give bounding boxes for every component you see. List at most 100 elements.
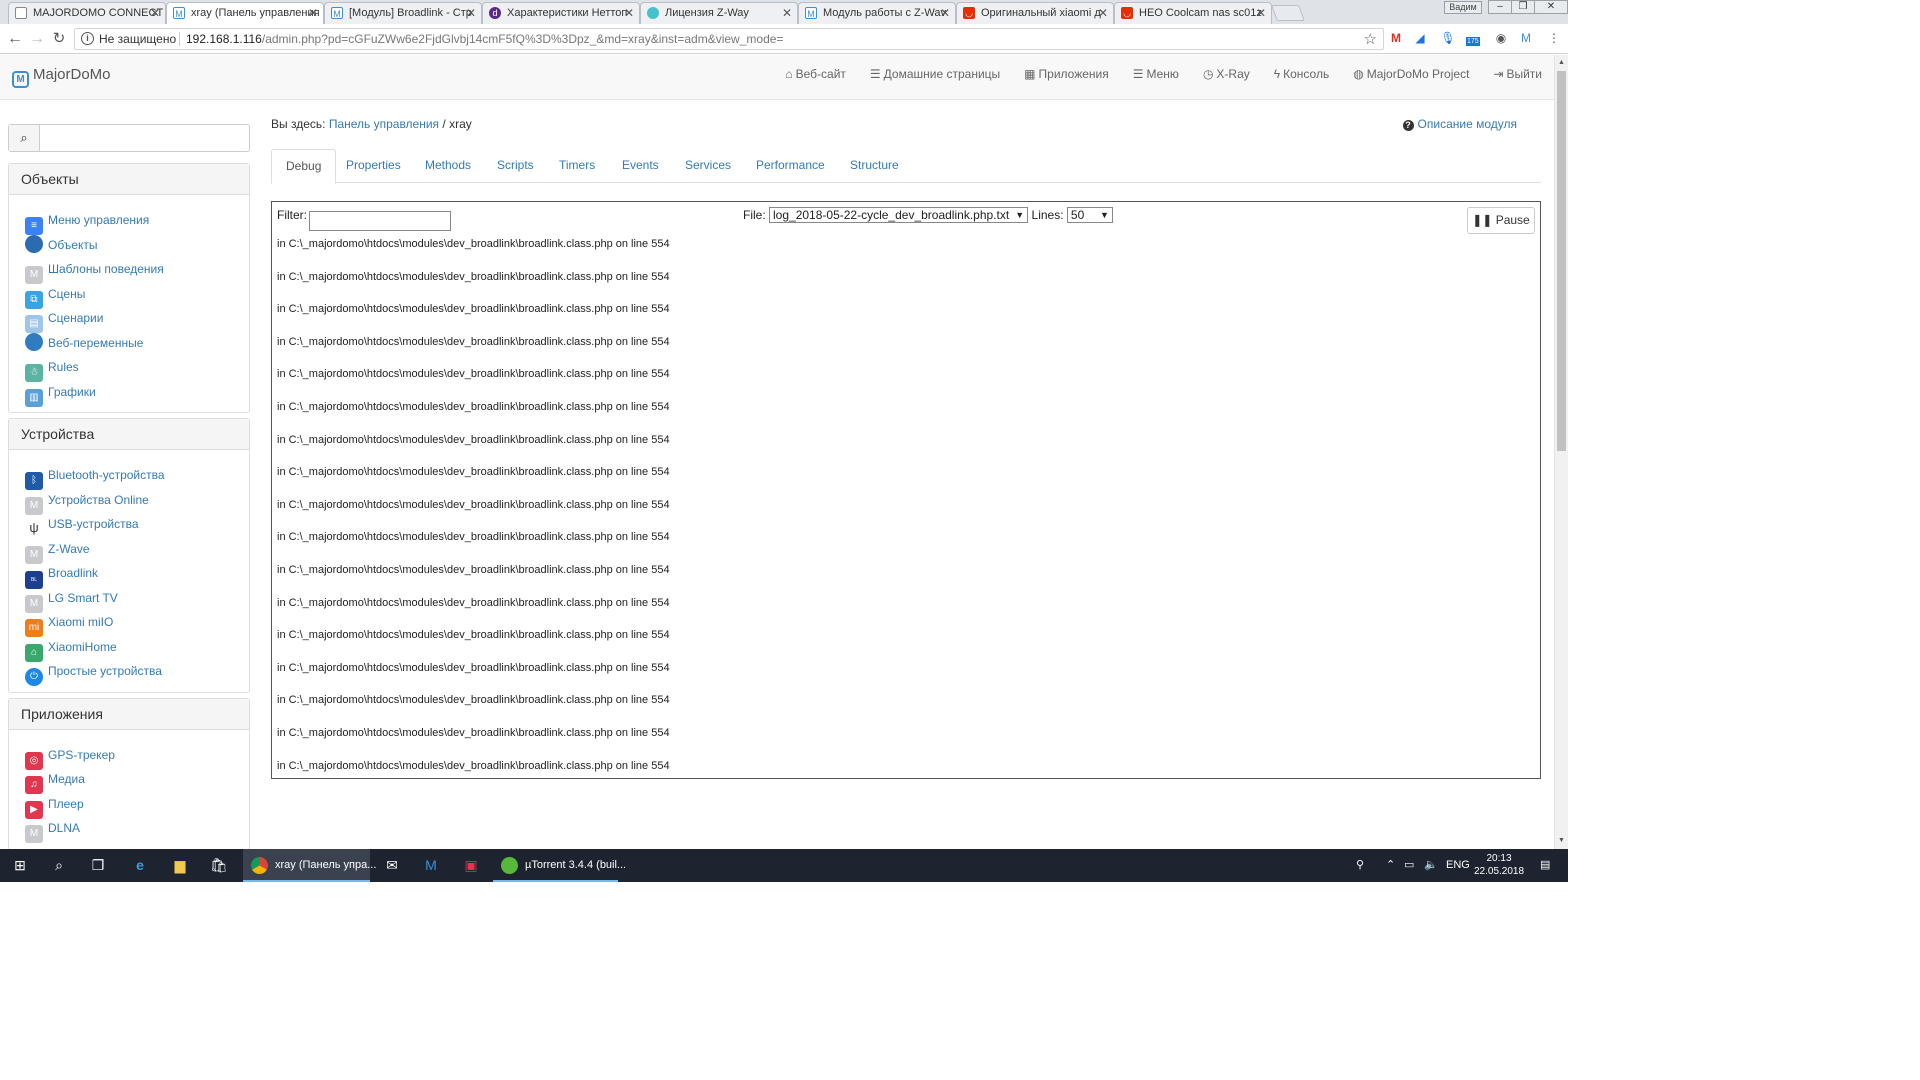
gmail-icon[interactable]: M xyxy=(1388,30,1404,46)
taskbar-app-chrome[interactable]: xray (Панель упра... xyxy=(243,849,376,882)
breadcrumb-link-control-panel[interactable]: Панель управления xyxy=(329,117,439,131)
pause-button[interactable]: ❚❚ Pause xyxy=(1467,207,1535,234)
page-scrollbar[interactable]: ▲ ▼ xyxy=(1554,55,1568,849)
store-icon[interactable]: 🛍 xyxy=(205,849,233,882)
majordomo-extension-icon[interactable]: M xyxy=(1518,30,1534,46)
close-icon[interactable]: ✕ xyxy=(1256,3,1266,23)
volume-icon[interactable]: 🔈 xyxy=(1424,849,1438,882)
browser-tab-1[interactable]: M xray (Панель управления ✕ xyxy=(166,2,324,25)
nav-logout[interactable]: ⇥ Выйти xyxy=(1481,55,1554,100)
nav-majordomo-project[interactable]: ◍ MajorDoMo Project xyxy=(1341,55,1481,100)
sidebar-item-usb[interactable]: ψ USB-устройства xyxy=(25,512,249,537)
reload-icon[interactable]: ↻ xyxy=(50,30,68,48)
window-user-badge[interactable]: Вадим xyxy=(1444,1,1482,14)
tab-timers[interactable]: Timers xyxy=(545,149,609,183)
browser-tab-5[interactable]: M Модуль работы с Z-Wav ✕ xyxy=(798,2,956,24)
microphone-icon[interactable]: 🎙 xyxy=(1440,30,1456,46)
megaphone-icon[interactable]: ◢ xyxy=(1412,30,1428,46)
network-icon[interactable]: ▭ xyxy=(1404,849,1414,882)
sidebar-item-simple-devices[interactable]: ⏻ Простые устройства xyxy=(25,659,249,686)
sidebar-item-rules[interactable]: ☃ Rules xyxy=(25,355,249,382)
sidebar-item-dlna[interactable]: M DLNA xyxy=(25,816,249,843)
scrollbar-thumb[interactable] xyxy=(1557,71,1566,451)
sidebar-item-objects[interactable]: Объекты xyxy=(25,233,249,258)
scroll-up-icon[interactable]: ▲ xyxy=(1555,57,1568,69)
tab-scripts[interactable]: Scripts xyxy=(483,149,548,183)
close-icon[interactable]: ✕ xyxy=(308,3,318,23)
edge-icon[interactable]: e xyxy=(126,849,154,882)
browser-tab-4[interactable]: Лицензия Z-Way ✕ xyxy=(640,2,798,24)
nav-menu[interactable]: ☰ Меню xyxy=(1121,55,1191,100)
mail-icon[interactable]: ✉ xyxy=(378,849,406,882)
search-icon[interactable]: ⌕ xyxy=(45,849,73,882)
lines-select[interactable]: 50 ▼ xyxy=(1066,207,1113,223)
sidebar-item-scripts[interactable]: ▤ Сценарии xyxy=(25,306,249,333)
sidebar-item-gps-tracker[interactable]: ◎ GPS-трекер xyxy=(25,743,249,770)
sidebar-item-web-variables[interactable]: Веб-переменные xyxy=(25,331,249,356)
info-icon[interactable]: i xyxy=(81,32,94,45)
sidebar-item-xiaomi-miio[interactable]: mi Xiaomi miIO xyxy=(25,610,249,637)
app-icon[interactable]: ▣ xyxy=(457,849,485,882)
tray-chevron-icon[interactable]: ⌃ xyxy=(1386,849,1395,882)
module-help-link[interactable]: ? Описание модуля xyxy=(1402,113,1517,135)
input-language[interactable]: ENG xyxy=(1446,849,1470,882)
sidebar-item-behavior-templates[interactable]: M Шаблоны поведения xyxy=(25,257,249,284)
forward-arrow-icon[interactable]: → xyxy=(28,30,46,48)
search-icon[interactable]: ⌕ xyxy=(9,125,40,151)
task-view-icon[interactable]: ❐ xyxy=(84,849,112,882)
tab-structure[interactable]: Structure xyxy=(836,149,913,183)
close-icon[interactable]: ✕ xyxy=(150,3,160,23)
sidebar-item-xiaomihome[interactable]: ⌂ XiaomiHome xyxy=(25,635,249,662)
browser-tab-6[interactable]: ◡ Оригинальный xiaomi д ✕ xyxy=(956,2,1114,24)
new-tab-button[interactable] xyxy=(1271,5,1305,21)
system-clock[interactable]: 20:13 22.05.2018 xyxy=(1474,852,1524,878)
chrome-menu-icon[interactable]: ⋮ xyxy=(1546,30,1562,46)
bookmark-star-icon[interactable]: ☆ xyxy=(1364,30,1377,48)
tab-services[interactable]: Services xyxy=(671,149,745,183)
file-select[interactable]: log_2018-05-22-cycle_dev_broadlink.php.t… xyxy=(769,207,1029,223)
close-icon[interactable]: ✕ xyxy=(466,3,476,23)
minimize-icon[interactable]: – xyxy=(1488,0,1512,14)
tab-debug[interactable]: Debug xyxy=(271,149,337,184)
url-text[interactable]: 192.168.1.116/admin.php?pd=cGFuZWw6e2Fjd… xyxy=(186,32,783,46)
tab-properties[interactable]: Properties xyxy=(332,149,415,183)
taskbar-app-utorrent[interactable]: µTorrent 3.4.4 (buil... xyxy=(493,849,626,882)
nav-website[interactable]: ⌂ Веб-сайт xyxy=(773,55,858,100)
browser-tab-7[interactable]: ◡ HEO Coolcam nas sc01z ✕ xyxy=(1114,2,1272,24)
file-explorer-icon[interactable]: ▆ xyxy=(166,849,194,882)
nav-console[interactable]: ϟ Консоль xyxy=(1262,55,1341,100)
scroll-down-icon[interactable]: ▼ xyxy=(1555,835,1568,847)
sidebar-item-bluetooth[interactable]: ᛒ Bluetooth-устройства xyxy=(25,463,249,490)
nav-apps[interactable]: ▦ Приложения xyxy=(1012,55,1121,100)
notifications-icon[interactable]: ▤ xyxy=(1540,849,1550,882)
sidebar-item-broadlink[interactable]: BL Broadlink xyxy=(25,561,249,589)
close-icon[interactable]: ✕ xyxy=(624,3,634,23)
close-window-icon[interactable]: ✕ xyxy=(1534,0,1568,14)
people-icon[interactable]: ⚲ xyxy=(1356,849,1364,882)
calendar-extension-icon[interactable]: 175 xyxy=(1466,30,1482,46)
sidebar-item-control-menu[interactable]: ≡ Меню управления xyxy=(25,208,249,235)
windows-start-icon[interactable]: ⊞ xyxy=(6,849,34,882)
close-icon[interactable]: ✕ xyxy=(782,3,792,23)
restore-icon[interactable]: ❐ xyxy=(1511,0,1535,14)
sidebar-item-charts[interactable]: ▥ Графики xyxy=(25,380,249,407)
back-arrow-icon[interactable]: ← xyxy=(6,30,24,48)
majordomo-taskbar-icon[interactable]: M xyxy=(417,849,445,882)
nav-xray[interactable]: ◷ X-Ray xyxy=(1191,55,1262,100)
sidebar-item-scenes[interactable]: ⧉ Сцены xyxy=(25,282,249,309)
sidebar-item-media[interactable]: ♫ Медиа xyxy=(25,767,249,794)
browser-tab-2[interactable]: M [Модуль] Broadlink - Стр ✕ xyxy=(324,2,482,24)
browser-tab-0[interactable]: MAJORDOMO CONNECT ✕ xyxy=(8,2,166,24)
filter-input[interactable] xyxy=(309,210,451,231)
sidebar-item-player[interactable]: ▶ Плеер xyxy=(25,792,249,819)
tab-events[interactable]: Events xyxy=(608,149,673,183)
sidebar-item-zwave[interactable]: M Z-Wave xyxy=(25,537,249,564)
nav-home-pages[interactable]: ☰ Домашние страницы xyxy=(858,55,1012,100)
sidebar-item-devices-online[interactable]: M Устройства Online xyxy=(25,488,249,515)
camera-extension-icon[interactable]: ◉ xyxy=(1493,30,1509,46)
browser-tab-3[interactable]: d Характеристики Неттоп ✕ xyxy=(482,2,640,24)
brand[interactable]: M MajorDoMo xyxy=(12,66,111,88)
tab-performance[interactable]: Performance xyxy=(742,149,839,183)
address-bar[interactable]: i Не защищено 192.168.1.116/admin.php?pd… xyxy=(74,28,1384,50)
sidebar-item-lg-smart-tv[interactable]: M LG Smart TV xyxy=(25,586,249,613)
